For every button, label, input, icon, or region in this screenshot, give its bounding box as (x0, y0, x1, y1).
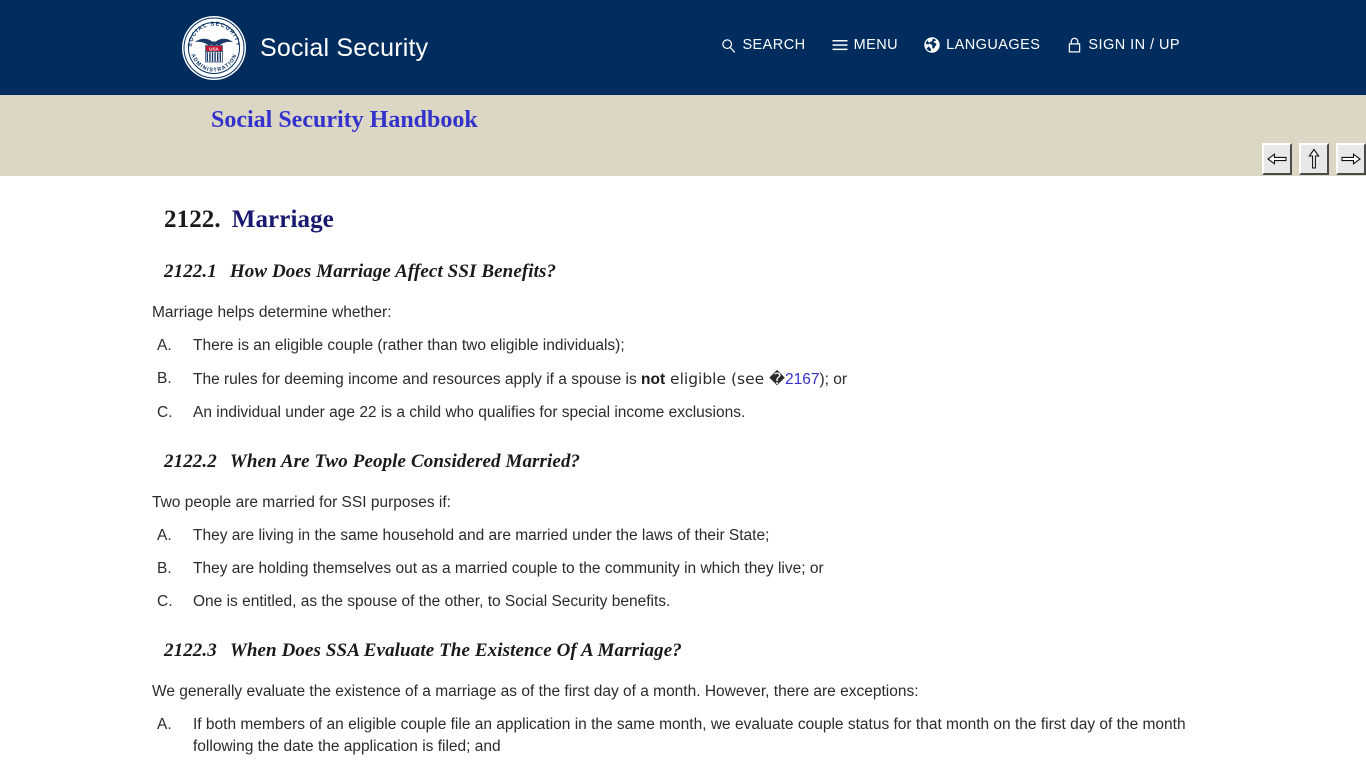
list-marker: C. (157, 403, 173, 421)
page-navigation-buttons (1262, 143, 1366, 175)
nav-languages-label: LANGUAGES (946, 37, 1041, 53)
section-heading-2122-3: 2122.3 When Does SSA Evaluate The Existen… (152, 613, 1226, 662)
nav-search[interactable]: SEARCH (720, 37, 805, 53)
list-marker: A. (157, 526, 172, 544)
section-lead: We generally evaluate the existence of a… (152, 682, 919, 700)
list-item: C. One is entitled, as the spouse of the… (152, 580, 1226, 613)
svg-text:USA: USA (209, 46, 219, 51)
list-item: A. They are living in the same household… (152, 514, 1226, 547)
nav-sign-in-up[interactable]: SIGN IN / UP (1066, 37, 1180, 53)
section-list-2122-2: A. They are living in the same household… (152, 514, 1226, 613)
handbook-content: 2122. Marriage 2122.1 How Does Marriage Af… (0, 176, 1366, 768)
list-item-text: The rules for deeming income and resourc… (193, 370, 642, 388)
emphasis-not: not (641, 370, 666, 388)
list-item-text-after: ); or (819, 370, 848, 388)
section-lead: Marriage helps determine whether: (152, 304, 392, 321)
list-marker: B. (157, 559, 172, 577)
list-item: A. There is an eligible couple (rather t… (152, 324, 1226, 357)
content-inner: 2122. Marriage 2122.1 How Does Marriage Af… (0, 176, 1366, 768)
section-number: 2122.2 (164, 450, 217, 472)
section-list-2122-3: A. If both members of an eligible couple… (152, 703, 1226, 768)
list-marker: C. (157, 592, 173, 610)
section-number: 2122.1 (164, 261, 217, 282)
list-item: B. They are holding themselves out as a … (152, 547, 1226, 580)
nav-sign-in-up-label: SIGN IN / UP (1088, 37, 1180, 53)
up-page-button[interactable] (1299, 143, 1329, 175)
nav-search-label: SEARCH (742, 37, 806, 53)
list-item: B. The rules for deeming income and reso… (152, 357, 1226, 391)
chapter-title: Marriage (231, 206, 334, 233)
handbook-band: Social Security Handbook (0, 95, 1366, 176)
list-item-text: If both members of an eligible couple fi… (193, 715, 1186, 755)
nav-menu[interactable]: MENU (832, 37, 899, 53)
section-title: When Are Two People Considered Married? (229, 450, 581, 472)
chapter-number: 2122. (164, 206, 221, 233)
list-item-text: One is entitled, as the spouse of the ot… (193, 592, 671, 610)
list-marker: B. (157, 369, 172, 387)
ssa-seal-icon: SOCIAL SECURITY ADMINISTRATION USA (182, 16, 246, 80)
section-lead: Two people are married for SSI purposes … (152, 493, 451, 511)
next-page-button[interactable] (1336, 143, 1366, 175)
brand-name: Social Security (260, 33, 429, 62)
previous-page-button[interactable] (1262, 143, 1292, 175)
brand-lockup[interactable]: SOCIAL SECURITY ADMINISTRATION USA Socia… (182, 16, 428, 80)
page-title: 2122. Marriage (152, 176, 1226, 234)
list-item-text: There is an eligible couple (rather than… (193, 336, 625, 354)
lock-icon (1066, 37, 1082, 53)
nav-menu-label: MENU (853, 37, 899, 53)
globe-icon (924, 37, 940, 53)
section-title: When Does SSA Evaluate The Existence Of … (229, 639, 682, 661)
list-item-text: An individual under age 22 is a child wh… (193, 403, 746, 421)
primary-navigation: SEARCH MENU LANGUAGES SIGN IN / UP (720, 37, 1180, 53)
list-item-text: They are holding themselves out as a mar… (193, 559, 824, 577)
section-number: 2122.3 (164, 639, 217, 661)
section-heading-2122-2: 2122.2 When Are Two People Considered Mar… (152, 424, 1226, 473)
search-icon (720, 37, 736, 53)
nav-languages[interactable]: LANGUAGES (924, 37, 1040, 53)
section-list-2122-1: A. There is an eligible couple (rather t… (152, 324, 1226, 424)
handbook-title-link[interactable]: Social Security Handbook (211, 107, 478, 134)
list-marker: A. (157, 715, 172, 733)
list-item-text-mid: eligible (see � (665, 369, 785, 388)
cross-reference-link-2167[interactable]: 2167 (785, 371, 819, 388)
list-marker: A. (157, 336, 172, 354)
list-item-text: They are living in the same household an… (193, 526, 770, 544)
section-title: How Does Marriage Affect SSI Benefits? (229, 261, 557, 282)
section-heading-2122-1: 2122.1 How Does Marriage Affect SSI Benef… (152, 234, 1226, 283)
site-header: SOCIAL SECURITY ADMINISTRATION USA Socia… (0, 0, 1366, 95)
list-item: B. If both members of a formerly eligibl… (152, 758, 1226, 768)
list-item: A. If both members of an eligible couple… (152, 703, 1226, 758)
hamburger-menu-icon (832, 37, 848, 53)
list-item: C. An individual under age 22 is a child… (152, 391, 1226, 424)
